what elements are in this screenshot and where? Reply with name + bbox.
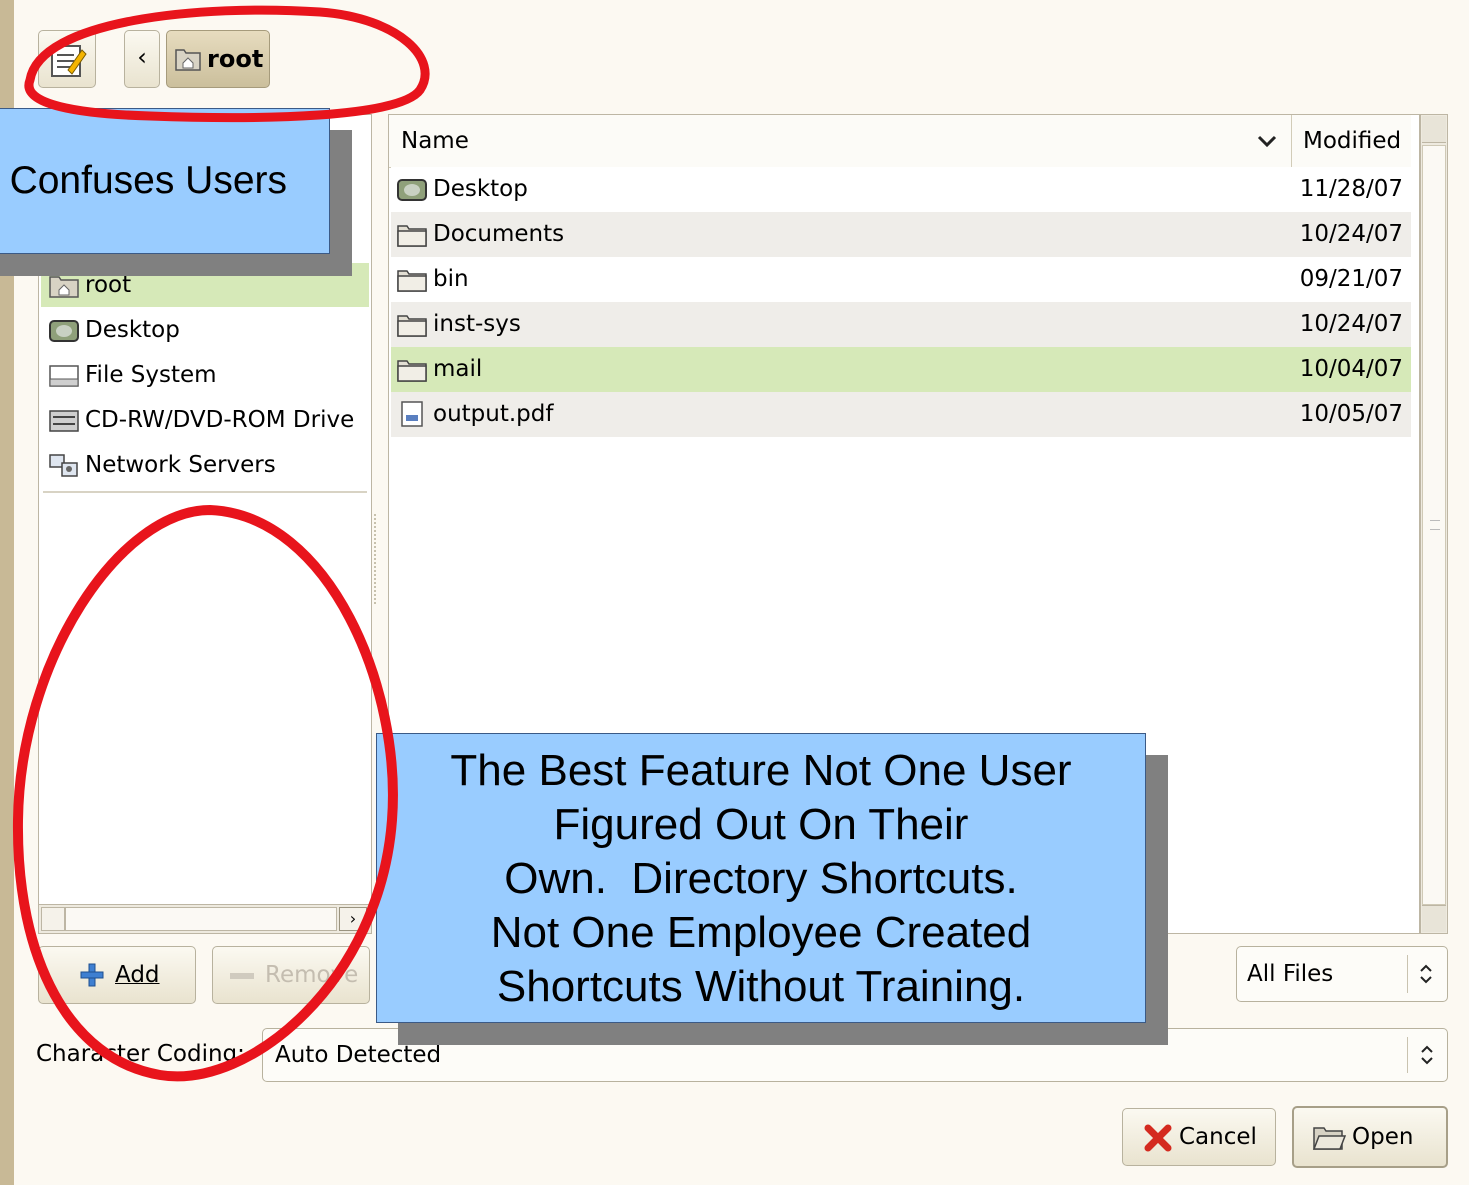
places-item-label: File System <box>85 362 217 388</box>
annotation-callout-bottom: The Best Feature Not One User Figured Ou… <box>376 733 1146 1023</box>
cdrom-icon <box>49 410 79 432</box>
type-location-button[interactable] <box>38 30 96 88</box>
cancel-icon <box>1144 1124 1172 1152</box>
folder-icon <box>397 315 427 337</box>
file-row-desktop[interactable]: Desktop 11/28/07 <box>391 167 1411 212</box>
places-item-label: CD-RW/DVD-ROM Drive <box>85 407 355 433</box>
file-modified: 10/05/07 <box>1299 401 1403 427</box>
plus-icon <box>80 963 104 987</box>
file-row-inst-sys[interactable]: inst-sys 10/24/07 <box>391 302 1411 347</box>
add-shortcut-button[interactable]: Add <box>38 946 196 1004</box>
annotation-callout-top: Confuses Users <box>0 108 330 254</box>
places-item-network[interactable]: Network Servers <box>43 443 363 488</box>
places-separator <box>43 491 367 493</box>
character-coding-combo[interactable]: Auto Detected <box>262 1028 1448 1082</box>
file-filter-combo[interactable]: All Files <box>1236 946 1448 1002</box>
remove-shortcut-button[interactable]: Remove <box>212 946 370 1004</box>
column-header-modified[interactable]: Modified <box>1293 115 1411 167</box>
file-row-output-pdf[interactable]: output.pdf 10/05/07 <box>391 392 1411 437</box>
desktop-icon <box>49 320 79 342</box>
places-item-cdrom[interactable]: CD-RW/DVD-ROM Drive <box>43 398 373 443</box>
chevron-left-icon: ‹ <box>137 43 147 71</box>
file-name: Desktop <box>433 176 528 202</box>
edit-location-icon <box>51 45 87 77</box>
places-item-label: root <box>85 272 132 298</box>
file-list-vscrollbar[interactable] <box>1420 114 1448 934</box>
minus-icon <box>230 973 254 979</box>
path-button-label: root <box>207 45 264 73</box>
file-modified: 09/21/07 <box>1299 266 1403 292</box>
open-folder-icon <box>1312 1127 1346 1150</box>
drive-icon <box>49 365 79 387</box>
folder-icon <box>397 270 427 292</box>
scroll-left-button[interactable] <box>41 907 65 931</box>
combo-separator <box>1407 1037 1408 1073</box>
places-item-label: Desktop <box>85 317 180 343</box>
places-item-label: Network Servers <box>85 452 276 478</box>
callout-line: The Best Feature Not One User <box>450 746 1072 795</box>
document-icon <box>401 401 423 427</box>
file-modified: 10/24/07 <box>1299 221 1403 247</box>
callout-line: Not One Employee Created <box>490 908 1032 957</box>
file-modified: 11/28/07 <box>1299 176 1403 202</box>
path-button-root[interactable]: root <box>166 30 270 88</box>
places-item-desktop[interactable]: Desktop <box>43 308 363 353</box>
callout-line: Figured Out On Their <box>553 800 969 849</box>
path-back-button[interactable]: ‹ <box>124 30 160 88</box>
file-name: output.pdf <box>433 401 554 427</box>
scroll-right-button[interactable]: › <box>339 907 367 931</box>
updown-arrows-icon <box>1420 964 1432 984</box>
places-hscroll-thumb[interactable] <box>65 907 337 931</box>
folder-icon <box>397 360 427 382</box>
file-list-vscroll-thumb[interactable] <box>1422 145 1446 905</box>
updown-arrows-icon <box>1421 1045 1433 1065</box>
scroll-down-button[interactable] <box>1422 905 1446 932</box>
scroll-grip <box>1430 520 1440 530</box>
character-coding-label: Character Coding: <box>36 1041 245 1067</box>
places-item-file-system[interactable]: File System <box>43 353 363 398</box>
file-row-bin[interactable]: bin 09/21/07 <box>391 257 1411 302</box>
desktop-icon <box>397 179 427 201</box>
file-name: mail <box>433 356 483 382</box>
file-row-mail[interactable]: mail 10/04/07 <box>391 347 1411 392</box>
file-row-documents[interactable]: Documents 10/24/07 <box>391 212 1411 257</box>
file-list-header: Name Modified <box>389 115 1411 168</box>
home-folder-icon <box>175 49 201 71</box>
scroll-up-button[interactable] <box>1422 116 1446 143</box>
file-name: inst-sys <box>433 311 521 337</box>
callout-line: Own. Directory Shortcuts. <box>504 854 1018 903</box>
file-modified: 10/04/07 <box>1299 356 1403 382</box>
cancel-button[interactable]: Cancel <box>1122 1108 1276 1166</box>
home-folder-icon <box>49 276 79 298</box>
file-modified: 10/24/07 <box>1299 311 1403 337</box>
network-icon <box>49 454 78 477</box>
places-item-root[interactable]: root <box>43 263 363 308</box>
open-button[interactable]: Open <box>1292 1106 1448 1168</box>
file-name: bin <box>433 266 469 292</box>
callout-line: Shortcuts Without Training. <box>496 962 1026 1011</box>
folder-icon <box>397 225 427 247</box>
combo-separator <box>1407 955 1408 993</box>
pane-splitter-handle[interactable] <box>374 514 382 604</box>
file-name: Documents <box>433 221 565 247</box>
places-hscrollbar[interactable]: › <box>39 904 371 933</box>
sort-chevron-down-icon <box>1257 135 1277 148</box>
column-header-name[interactable]: Name <box>389 115 1292 167</box>
